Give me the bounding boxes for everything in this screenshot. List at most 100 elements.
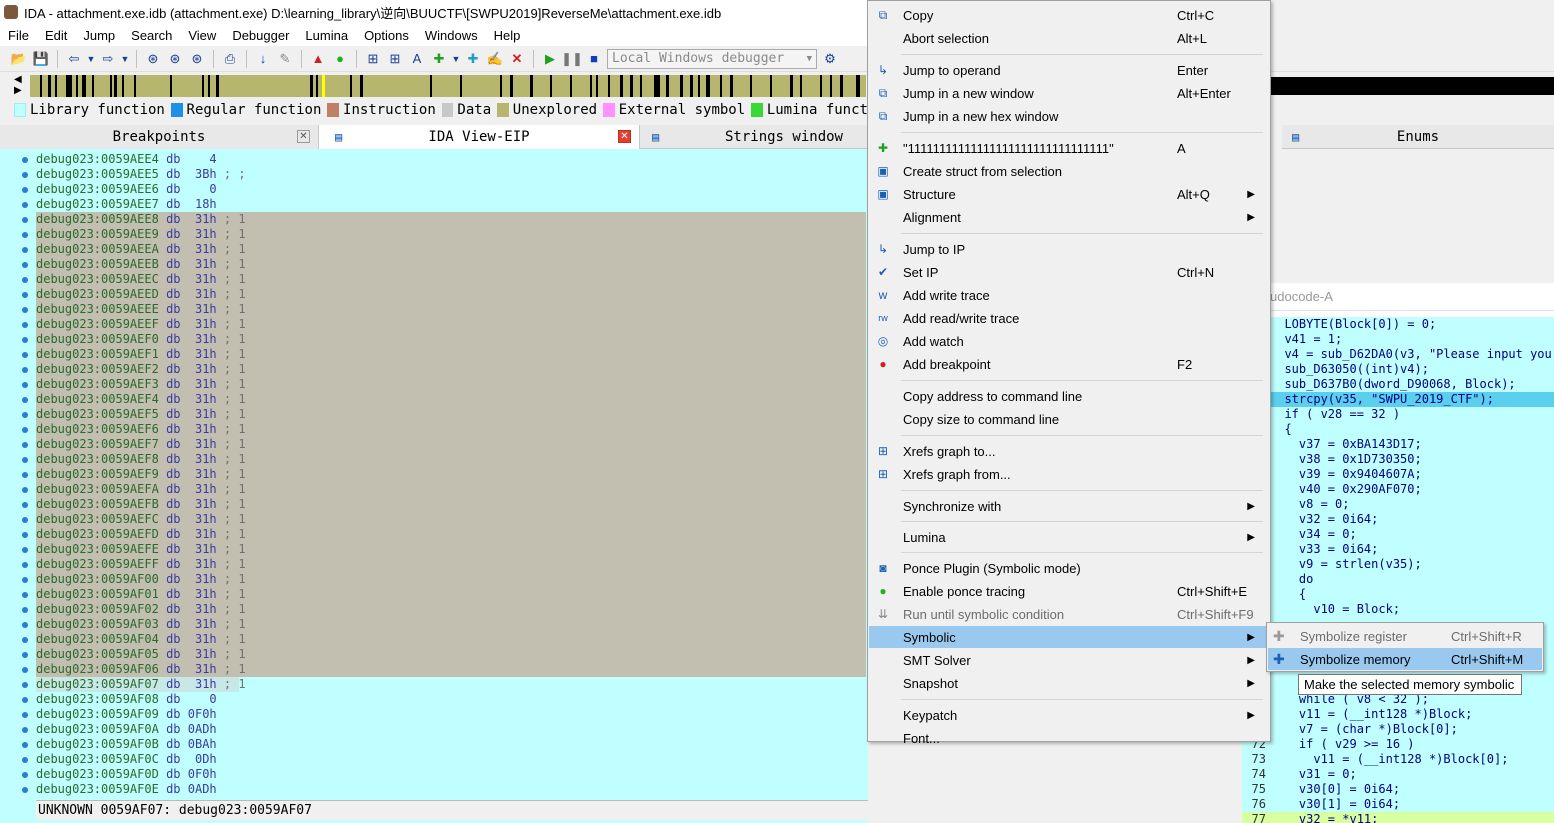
binoculars-icon[interactable]: ⊛: [144, 50, 162, 68]
menu-item-run-until-symbolic-condition[interactable]: ⇊ Run until symbolic condition Ctrl+Shift+…: [869, 603, 1269, 625]
breakpoint-dot-icon[interactable]: [22, 322, 28, 328]
breakpoint-dot-icon[interactable]: [22, 697, 28, 703]
disasm-row[interactable]: debug023:0059AEF3 db 31h ; 1: [36, 377, 866, 392]
breakpoint-dot-icon[interactable]: [22, 772, 28, 778]
disasm-row[interactable]: debug023:0059AEE7 db 18h: [36, 197, 866, 212]
pseudocode-line[interactable]: 58 v34 = 0;: [1242, 527, 1554, 542]
stop-icon[interactable]: ■: [585, 50, 603, 68]
pseudocode-line[interactable]: 48 sub_D637B0(dword_D90068, Block);: [1242, 377, 1554, 392]
disasm-row[interactable]: debug023:0059AF03 db 31h ; 1: [36, 617, 866, 632]
menu-item-jump-to-operand[interactable]: ↳ Jump to operand Enter: [869, 59, 1269, 81]
disasm-row[interactable]: debug023:0059AF0E db 0ADh: [36, 782, 866, 797]
pseudocode-line[interactable]: 76 v30[1] = 0i64;: [1242, 797, 1554, 812]
breakpoint-dot-icon[interactable]: [22, 592, 28, 598]
pause-icon[interactable]: ❚❚: [561, 50, 583, 68]
menu-item-create-struct-from-selection[interactable]: ▣ Create struct from selection: [869, 160, 1269, 182]
breakpoint-dot-icon[interactable]: [22, 382, 28, 388]
breakpoint-dot-icon[interactable]: [22, 307, 28, 313]
code-icon[interactable]: ⊞: [386, 50, 404, 68]
disasm-row[interactable]: debug023:0059AEEF db 31h ; 1: [36, 317, 866, 332]
disasm-row[interactable]: debug023:0059AEE6 db 0: [36, 182, 866, 197]
breakpoint-dot-icon[interactable]: [22, 727, 28, 733]
menu-item-copy[interactable]: ⧉ Copy Ctrl+C: [869, 4, 1269, 26]
breakpoint-dot-icon[interactable]: [22, 787, 28, 793]
disasm-row[interactable]: debug023:0059AF06 db 31h ; 1: [36, 662, 866, 677]
menu-help[interactable]: Help: [486, 28, 529, 43]
menu-item-add-breakpoint[interactable]: ● Add breakpoint F2: [869, 353, 1269, 375]
breakpoint-dot-icon[interactable]: [22, 577, 28, 583]
menu-edit[interactable]: Edit: [37, 28, 75, 43]
menu-item-jump-in-a-new-hex-window[interactable]: ⧉ Jump in a new hex window: [869, 105, 1269, 127]
pseudocode-line[interactable]: 63 v10 = Block;: [1242, 602, 1554, 617]
breakpoint-dot-icon[interactable]: [22, 502, 28, 508]
pseudocode-line[interactable]: 73 v11 = (__int128 *)Block[0];: [1242, 752, 1554, 767]
menu-jump[interactable]: Jump: [75, 28, 123, 43]
dropdown-icon[interactable]: ▼: [121, 50, 130, 68]
menu-lumina[interactable]: Lumina: [297, 28, 356, 43]
breakpoint-dot-icon[interactable]: [22, 622, 28, 628]
menu-item-copy-address-to-command-line[interactable]: Copy address to command line: [869, 385, 1269, 407]
menu-item-structure[interactable]: ▣ Structure Alt+Q ▶: [869, 183, 1269, 205]
cross-icon[interactable]: ✚: [464, 50, 482, 68]
delete-icon[interactable]: ✕: [508, 50, 526, 68]
disasm-row[interactable]: debug023:0059AEE8 db 31h ; 1: [36, 212, 866, 227]
pseudocode-line[interactable]: 46 v4 = sub_D62DA0(v3, "Please input you: [1242, 347, 1554, 362]
pseudocode-line[interactable]: 49 strcpy(v35, "SWPU_2019_CTF");: [1242, 392, 1554, 407]
forward-icon[interactable]: ⇨: [99, 50, 117, 68]
disasm-row[interactable]: debug023:0059AF00 db 31h ; 1: [36, 572, 866, 587]
disasm-row[interactable]: debug023:0059AF04 db 31h ; 1: [36, 632, 866, 647]
menu-item-alignment[interactable]: Alignment ▶: [869, 206, 1269, 228]
breakpoint-dot-icon[interactable]: [22, 277, 28, 283]
menu-item-smt-solver[interactable]: SMT Solver ▶: [869, 649, 1269, 671]
disasm-row[interactable]: debug023:0059AEFA db 31h ; 1: [36, 482, 866, 497]
breakpoint-dot-icon[interactable]: [22, 202, 28, 208]
run-icon[interactable]: ▶: [541, 50, 559, 68]
disasm-row[interactable]: debug023:0059AEF9 db 31h ; 1: [36, 467, 866, 482]
disasm-row[interactable]: debug023:0059AEF2 db 31h ; 1: [36, 362, 866, 377]
disasm-row[interactable]: debug023:0059AEF6 db 31h ; 1: [36, 422, 866, 437]
disasm-row[interactable]: debug023:0059AEEC db 31h ; 1: [36, 272, 866, 287]
menu-item-symbolic[interactable]: Symbolic ▶: [869, 626, 1269, 648]
pseudocode-line[interactable]: 62 {: [1242, 587, 1554, 602]
pseudocode-line[interactable]: 77 v32 = *v11;: [1242, 812, 1554, 823]
patch-icon[interactable]: ✎: [276, 50, 294, 68]
pseudocode-line[interactable]: 45 v41 = 1;: [1242, 332, 1554, 347]
pseudocode-line[interactable]: 70 v11 = (__int128 *)Block;: [1242, 707, 1554, 722]
breakpoint-dot-icon[interactable]: [22, 712, 28, 718]
breakpoint-dot-icon[interactable]: [22, 337, 28, 343]
pseudocode-line[interactable]: 56 v8 = 0;: [1242, 497, 1554, 512]
disasm-row[interactable]: debug023:0059AF0A db 0ADh: [36, 722, 866, 737]
breakpoint-dot-icon[interactable]: [22, 742, 28, 748]
menu-item-xrefs-graph-to[interactable]: ⊞ Xrefs graph to...: [869, 440, 1269, 462]
disasm-row[interactable]: debug023:0059AEF1 db 31h ; 1: [36, 347, 866, 362]
save-icon[interactable]: 💾: [32, 50, 50, 68]
disasm-row[interactable]: debug023:0059AF09 db 0F0h: [36, 707, 866, 722]
tab-breakpoints[interactable]: Breakpoints ✕: [0, 125, 318, 149]
menu-item-jump-in-a-new-window[interactable]: ⧉ Jump in a new window Alt+Enter: [869, 82, 1269, 104]
pseudocode-line[interactable]: 75 v30[0] = 0i64;: [1242, 782, 1554, 797]
pseudocode-line[interactable]: 57 v32 = 0i64;: [1242, 512, 1554, 527]
tab-ida-view-eip[interactable]: ▤ IDA View-EIP ✕: [318, 125, 640, 149]
disasm-row[interactable]: debug023:0059AEF5 db 31h ; 1: [36, 407, 866, 422]
code-icon[interactable]: ⊞: [364, 50, 382, 68]
breakpoint-dot-icon[interactable]: [22, 232, 28, 238]
menu-item-lumina[interactable]: Lumina ▶: [869, 526, 1269, 548]
menu-item-ponce-plugin-symbolic-mode[interactable]: ◙ Ponce Plugin (Symbolic mode): [869, 557, 1269, 579]
menu-item-synchronize-with[interactable]: Synchronize with ▶: [869, 495, 1269, 517]
breakpoint-dot-icon[interactable]: [22, 532, 28, 538]
binoculars-icon[interactable]: ⊛: [188, 50, 206, 68]
menu-item-xrefs-graph-from[interactable]: ⊞ Xrefs graph from...: [869, 463, 1269, 485]
disasm-row[interactable]: debug023:0059AEE5 db 3Bh ; ;: [36, 167, 866, 182]
dropdown-icon[interactable]: ▼: [452, 50, 461, 68]
nav-right-arrow-icon[interactable]: ▶: [14, 85, 22, 96]
debugger-options-icon[interactable]: ⚙: [821, 50, 839, 68]
pseudocode-line[interactable]: 51 {: [1242, 422, 1554, 437]
pseudocode-line[interactable]: 72 if ( v29 >= 16 ): [1242, 737, 1554, 752]
dropdown-icon[interactable]: ▼: [87, 50, 96, 68]
breakpoint-dot-icon[interactable]: [22, 757, 28, 763]
breakpoint-dot-icon[interactable]: [22, 442, 28, 448]
breakpoint-dot-icon[interactable]: [22, 292, 28, 298]
disasm-row[interactable]: debug023:0059AF08 db 0: [36, 692, 866, 707]
print-icon[interactable]: ⎙: [221, 50, 239, 68]
breakpoint-dot-icon[interactable]: [22, 157, 28, 163]
